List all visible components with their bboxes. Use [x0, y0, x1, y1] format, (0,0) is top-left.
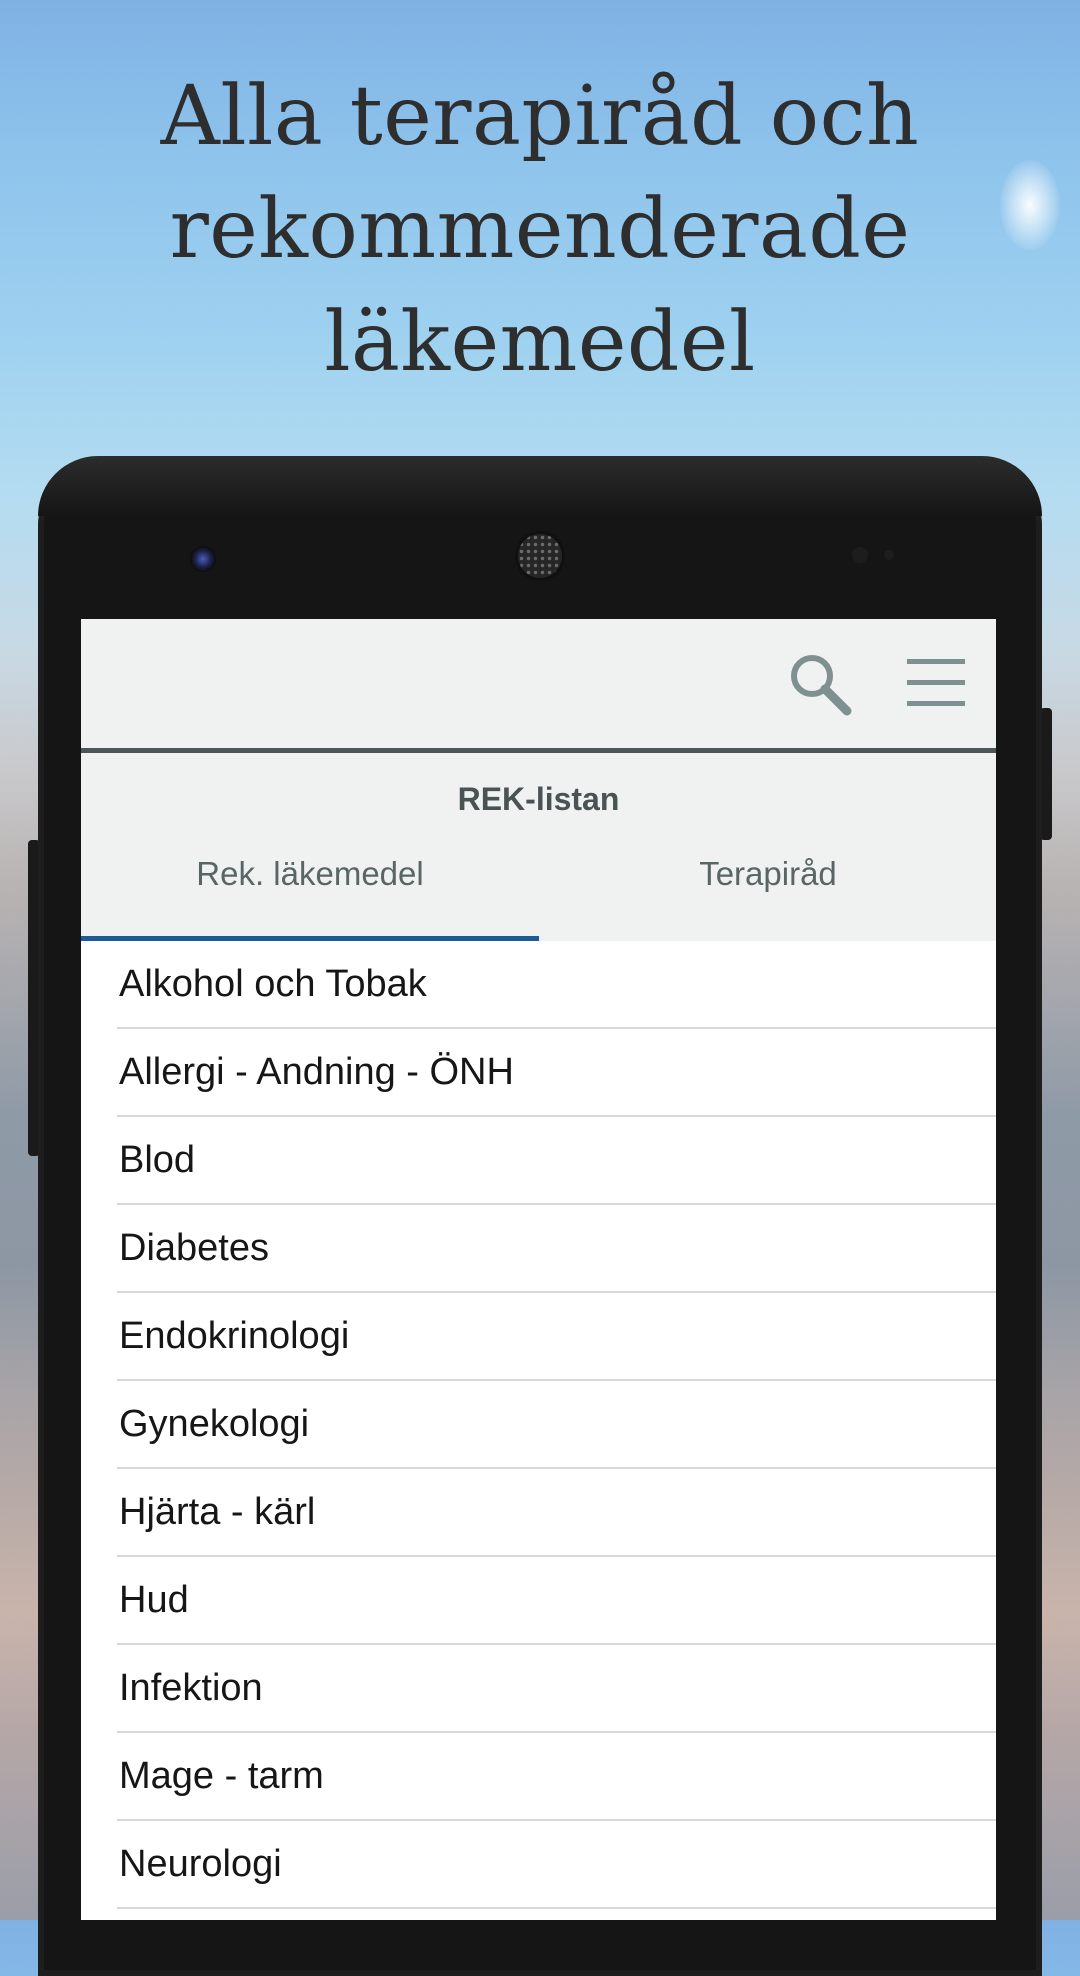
- proximity-sensor: [852, 547, 868, 563]
- search-icon: [791, 655, 852, 716]
- list-item-label: Diabetes: [119, 1227, 269, 1269]
- list-item-infektion[interactable]: Infektion: [81, 1645, 996, 1733]
- tab-label: Rek. läkemedel: [196, 855, 424, 892]
- divider: [117, 1907, 996, 1909]
- app-header: REK-listan Rek. läkemedel Terapiråd: [81, 753, 996, 941]
- list-item-hjarta-karl[interactable]: Hjärta - kärl: [81, 1469, 996, 1557]
- tab-label: Terapiråd: [699, 855, 837, 892]
- phone-top-bezel: [38, 456, 1042, 516]
- list-item-mage-tarm[interactable]: Mage - tarm: [81, 1733, 996, 1821]
- list-item-label: Mage - tarm: [119, 1755, 324, 1797]
- search-button[interactable]: [787, 651, 853, 717]
- tab-rek-lakemedel[interactable]: Rek. läkemedel: [81, 837, 539, 941]
- list-item-label: Alkohol och Tobak: [119, 963, 427, 1005]
- list-item-gynekologi[interactable]: Gynekologi: [81, 1381, 996, 1469]
- list-item-label: Hjärta - kärl: [119, 1491, 316, 1533]
- list-item-endokrinologi[interactable]: Endokrinologi: [81, 1293, 996, 1381]
- headline-line-3: läkemedel: [324, 295, 756, 390]
- headline-line-2: rekommenderade: [169, 182, 911, 277]
- list-item-alkohol-och-tobak[interactable]: Alkohol och Tobak: [81, 941, 996, 1029]
- app-screen: REK-listan Rek. läkemedel Terapiråd Alko…: [81, 619, 996, 1920]
- list-item-diabetes[interactable]: Diabetes: [81, 1205, 996, 1293]
- earpiece-speaker: [518, 534, 562, 578]
- light-sensor: [884, 550, 894, 560]
- list-item-label: Gynekologi: [119, 1403, 310, 1445]
- promo-headline: Alla terapiråd och rekommenderade läkeme…: [0, 60, 1080, 399]
- app-title: REK-listan: [457, 781, 620, 817]
- list-item-neurologi[interactable]: Neurologi: [81, 1821, 996, 1909]
- list-item-label: Allergi - Andning - ÖNH: [119, 1051, 514, 1093]
- list-item-label: Infektion: [119, 1667, 263, 1709]
- category-list: Alkohol och Tobak Allergi - Andning - ÖN…: [81, 941, 996, 1909]
- list-item-label: Endokrinologi: [119, 1315, 350, 1357]
- list-item-label: Hud: [119, 1579, 189, 1621]
- tab-terapirad[interactable]: Terapiråd: [539, 837, 996, 941]
- menu-button[interactable]: [905, 653, 967, 713]
- list-item-label: Neurologi: [119, 1843, 282, 1885]
- list-item-allergi-andning-onh[interactable]: Allergi - Andning - ÖNH: [81, 1029, 996, 1117]
- list-item-hud[interactable]: Hud: [81, 1557, 996, 1645]
- front-camera: [190, 546, 216, 572]
- app-toolbar: [81, 619, 996, 753]
- headline-line-1: Alla terapiråd och: [160, 69, 920, 164]
- list-item-blod[interactable]: Blod: [81, 1117, 996, 1205]
- list-item-label: Blod: [119, 1139, 196, 1181]
- hamburger-menu-icon: [907, 659, 965, 706]
